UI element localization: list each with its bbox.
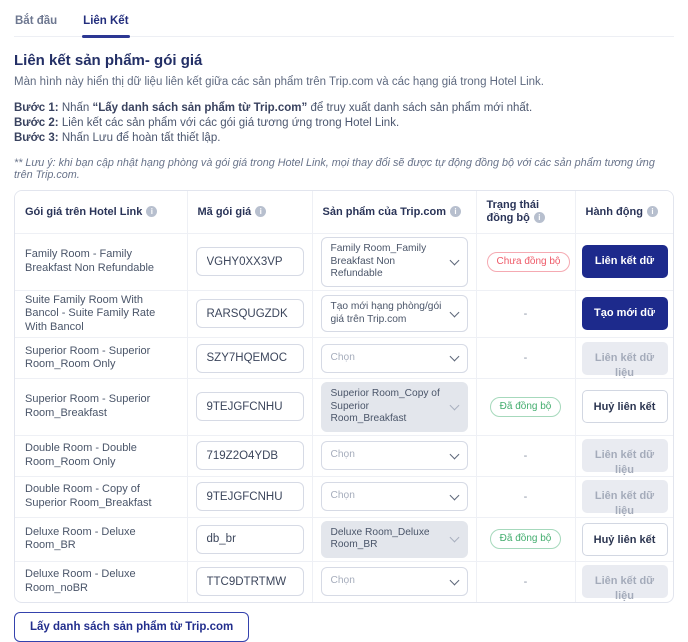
select-value: Chọn xyxy=(331,449,445,462)
hotel-link-package-name: Superior Room - Superior Room_Room Only xyxy=(25,345,177,372)
info-icon: i xyxy=(146,206,157,217)
chevron-down-icon xyxy=(449,307,459,317)
trip-product-select: Superior Room_Copy of Superior Room_Brea… xyxy=(321,382,468,432)
select-value: Chọn xyxy=(331,490,445,503)
hotel-link-package-name: Double Room - Copy of Superior Room_Brea… xyxy=(25,483,177,510)
table-row: Double Room - Copy of Superior Room_Brea… xyxy=(15,476,673,517)
link-table: Gói giá trên Hotel Linki Mã gói giái Sản… xyxy=(14,190,674,603)
step-2: Bước 2: Liên kết các sản phẩm với các gó… xyxy=(14,116,674,131)
select-value: Superior Room_Copy of Superior Room_Brea… xyxy=(331,388,445,426)
tab-bat-dau[interactable]: Bắt đầu xyxy=(14,8,58,36)
step-1: Bước 1: Nhấn “Lấy danh sách sản phẩm từ … xyxy=(14,101,674,116)
chevron-down-icon xyxy=(449,400,459,410)
trip-product-select[interactable]: Tạo mới hạng phòng/gói giá trên Trip.com xyxy=(321,295,468,332)
column-header-hotel-link-package: Gói giá trên Hotel Linki xyxy=(15,191,187,234)
select-value: Chọn xyxy=(331,352,445,365)
chevron-down-icon xyxy=(449,575,459,585)
package-code-input[interactable] xyxy=(196,482,304,511)
trip-product-select[interactable]: Chọn xyxy=(321,344,468,373)
page-description: Màn hình này hiển thị dữ liệu liên kết g… xyxy=(14,76,674,88)
column-header-trip-product: Sản phẩm của Trip.comi xyxy=(312,191,476,234)
package-code-input[interactable] xyxy=(196,567,304,596)
hotel-link-package-name: Superior Room - Superior Room_Breakfast xyxy=(25,393,177,420)
sync-status-empty: - xyxy=(524,352,528,364)
select-value: Family Room_Family Breakfast Non Refunda… xyxy=(331,243,445,281)
table-row: Suite Family Room With Bancol - Suite Fa… xyxy=(15,290,673,338)
info-icon: i xyxy=(255,206,266,217)
tab-bar: Bắt đầu Liên Kết xyxy=(14,8,674,37)
package-code-input[interactable] xyxy=(196,299,304,328)
package-code-input[interactable] xyxy=(196,441,304,470)
sync-status-badge: Đã đồng bộ xyxy=(490,529,562,549)
column-header-action: Hành độngi xyxy=(575,191,673,234)
info-icon: i xyxy=(450,206,461,217)
sync-status-empty: - xyxy=(524,450,528,462)
package-code-input[interactable] xyxy=(196,247,304,276)
package-code-input[interactable] xyxy=(196,344,304,373)
sync-status-badge: Chưa đồng bộ xyxy=(487,252,571,272)
trip-product-select: Deluxe Room_Deluxe Room_BR xyxy=(321,521,468,558)
chevron-down-icon xyxy=(449,352,459,362)
column-header-package-code: Mã gói giái xyxy=(187,191,312,234)
select-value: Deluxe Room_Deluxe Room_BR xyxy=(331,527,445,552)
steps: Bước 1: Nhấn “Lấy danh sách sản phẩm từ … xyxy=(14,101,674,146)
sync-status-empty: - xyxy=(524,576,528,588)
chevron-down-icon xyxy=(449,533,459,543)
link-data-button: Liên kết dữ liệu xyxy=(582,439,668,472)
link-data-button: Liên kết dữ liệu xyxy=(582,480,668,513)
hotel-link-package-name: Suite Family Room With Bancol - Suite Fa… xyxy=(25,294,177,335)
hotel-link-package-name: Deluxe Room - Deluxe Room_noBR xyxy=(25,568,177,595)
table-row: Deluxe Room - Deluxe Room_noBR Chọn - Liên … xyxy=(15,561,673,602)
select-value: Chọn xyxy=(331,575,445,588)
chevron-down-icon xyxy=(449,490,459,500)
package-code-input[interactable] xyxy=(196,392,304,421)
trip-product-select[interactable]: Chọn xyxy=(321,567,468,596)
table-row: Deluxe Room - Deluxe Room_BR Deluxe Room_… xyxy=(15,517,673,561)
sync-note: ** Lưu ý: khi bạn cập nhật hạng phòng và… xyxy=(14,157,674,181)
unlink-button[interactable]: Huỷ liên kết xyxy=(582,390,668,423)
link-data-button: Liên kết dữ liệu xyxy=(582,565,668,598)
trip-product-select[interactable]: Family Room_Family Breakfast Non Refunda… xyxy=(321,237,468,287)
table-row: Superior Room - Superior Room_Breakfast S… xyxy=(15,379,673,436)
info-icon: i xyxy=(534,212,545,223)
table-header-row: Gói giá trên Hotel Linki Mã gói giái Sản… xyxy=(15,191,673,234)
table-row: Double Room - Double Room_Room Only Chọn -… xyxy=(15,435,673,476)
link-table-body: Family Room - Family Breakfast Non Refun… xyxy=(15,234,673,602)
chevron-down-icon xyxy=(449,449,459,459)
page: Bắt đầu Liên Kết Liên kết sản phẩm- gói … xyxy=(0,0,688,642)
trip-product-select[interactable]: Chọn xyxy=(321,441,468,470)
page-title: Liên kết sản phẩm- gói giá xyxy=(14,52,674,69)
sync-status-empty: - xyxy=(524,308,528,320)
link-data-button[interactable]: Liên kết dữ xyxy=(582,245,668,278)
hotel-link-package-name: Double Room - Double Room_Room Only xyxy=(25,442,177,469)
hotel-link-package-name: Deluxe Room - Deluxe Room_BR xyxy=(25,526,177,553)
hotel-link-package-name: Family Room - Family Breakfast Non Refun… xyxy=(25,248,177,275)
step-3: Bước 3: Nhấn Lưu để hoàn tất thiết lập. xyxy=(14,131,674,146)
table-row: Family Room - Family Breakfast Non Refun… xyxy=(15,234,673,291)
sync-status-empty: - xyxy=(524,491,528,503)
tab-lien-ket[interactable]: Liên Kết xyxy=(82,8,129,36)
sync-status-badge: Đã đồng bộ xyxy=(490,397,562,417)
package-code-input[interactable] xyxy=(196,525,304,554)
create-data-button[interactable]: Tạo mới dữ xyxy=(582,297,668,330)
unlink-button[interactable]: Huỷ liên kết xyxy=(582,523,668,556)
fetch-product-list-button[interactable]: Lấy danh sách sản phẩm từ Trip.com xyxy=(14,612,249,642)
info-icon: i xyxy=(647,206,658,217)
select-value: Tạo mới hạng phòng/gói giá trên Trip.com xyxy=(331,301,445,326)
table-row: Superior Room - Superior Room_Room Only C… xyxy=(15,338,673,379)
column-header-sync-status: Trạng thái đồng bội xyxy=(476,191,575,234)
chevron-down-icon xyxy=(449,255,459,265)
trip-product-select[interactable]: Chọn xyxy=(321,482,468,511)
link-data-button: Liên kết dữ liệu xyxy=(582,342,668,375)
